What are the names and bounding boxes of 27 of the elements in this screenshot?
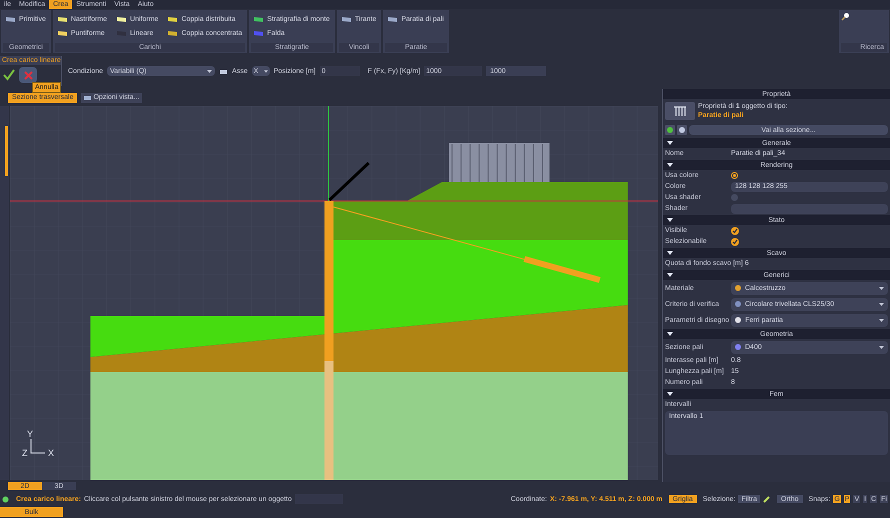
dropdown-arrow-icon	[879, 302, 884, 306]
z-axis-label: Z	[22, 449, 28, 458]
checkbox[interactable]	[731, 238, 739, 246]
dropdown-arrow-icon	[264, 70, 268, 72]
y-axis-label: Y	[27, 430, 34, 439]
tool-icon	[388, 16, 398, 24]
axis-triad-icon	[30, 438, 46, 454]
dropdown-arrow-icon	[879, 346, 884, 348]
pile-wall-icon	[665, 102, 695, 120]
dropdown-arrow-icon	[879, 286, 884, 290]
dropdown-arrow-icon	[207, 70, 212, 72]
pointer-icon[interactable]	[677, 125, 687, 135]
property-field[interactable]	[731, 204, 888, 214]
x-axis-label: X	[48, 449, 54, 458]
search-icon[interactable]	[841, 12, 850, 21]
radio-button[interactable]	[731, 172, 738, 179]
dropdown-arrow-icon	[879, 318, 884, 322]
status-icon	[2, 496, 9, 502]
checkbox[interactable]	[731, 226, 739, 234]
cancel-button[interactable]	[19, 67, 37, 83]
tool-icon	[6, 16, 15, 24]
load-line	[328, 162, 370, 202]
confirm-check-icon[interactable]	[3, 69, 15, 81]
radio-button[interactable]	[731, 194, 738, 201]
close-icon	[24, 70, 32, 80]
add-icon[interactable]	[665, 125, 675, 135]
tool-icon	[342, 16, 351, 24]
